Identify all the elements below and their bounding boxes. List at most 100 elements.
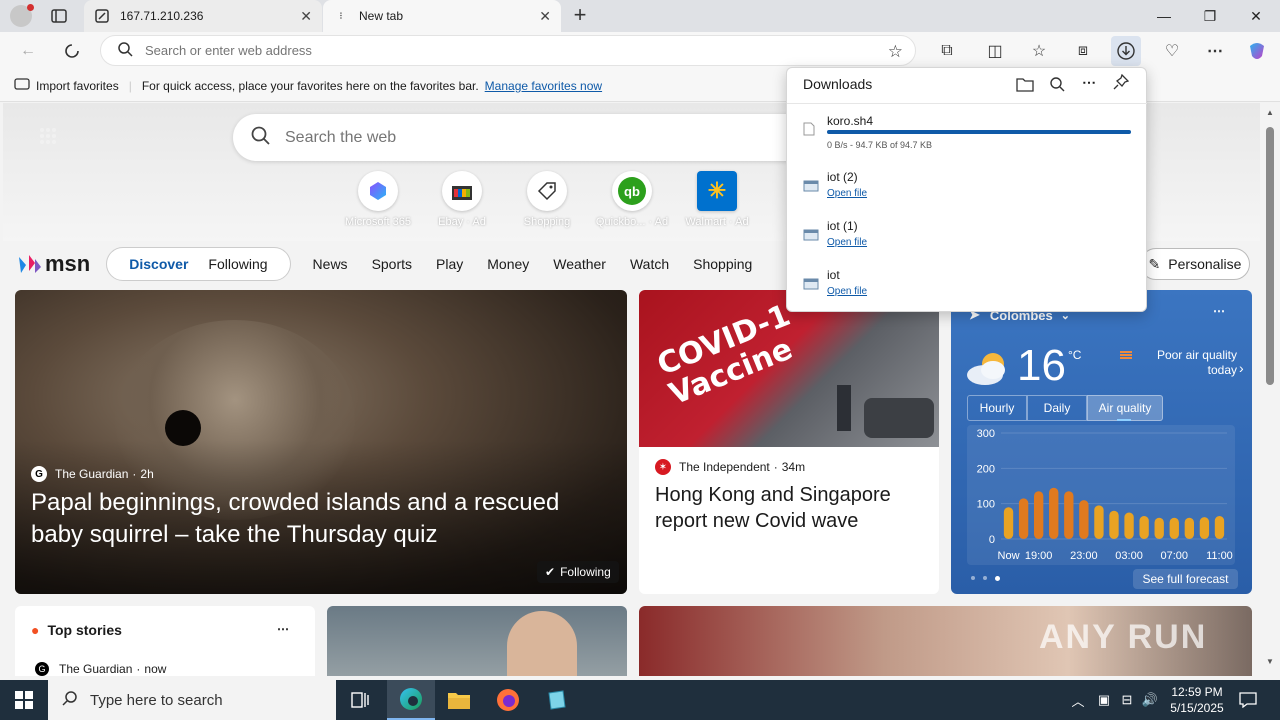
more-options-icon[interactable]: ⋯ bbox=[1213, 304, 1225, 318]
extensions-icon[interactable]: ⧉ bbox=[932, 36, 962, 66]
open-file-link[interactable]: Open file bbox=[827, 188, 867, 199]
profile-avatar-icon[interactable] bbox=[10, 4, 34, 27]
see-full-forecast-button[interactable]: See full forecast bbox=[1133, 569, 1238, 589]
show-hidden-icons[interactable]: ︿ bbox=[1068, 680, 1088, 720]
discover-tab[interactable]: Discover bbox=[129, 256, 188, 272]
msn-butterfly-icon bbox=[19, 255, 41, 273]
more-options-icon[interactable]: ⋯ bbox=[277, 622, 289, 636]
address-bar[interactable]: ☆ bbox=[100, 35, 916, 66]
quick-link-ebay[interactable]: Ebay · Ad bbox=[419, 171, 505, 228]
minimize-button[interactable]: — bbox=[1141, 0, 1187, 32]
collections-icon[interactable]: ⧈ bbox=[1068, 36, 1098, 66]
loading-icon[interactable] bbox=[57, 36, 87, 66]
restore-button[interactable]: ❐ bbox=[1187, 0, 1233, 32]
open-file-link[interactable]: Open file bbox=[827, 286, 867, 297]
quick-link-microsoft365[interactable]: Microsoft 365 bbox=[335, 171, 421, 228]
manage-favorites-link[interactable]: Manage favorites now bbox=[485, 79, 602, 93]
story-card-man[interactable] bbox=[327, 606, 627, 676]
back-icon[interactable]: ← bbox=[13, 36, 43, 66]
dot-icon[interactable] bbox=[971, 576, 975, 580]
download-item[interactable]: iot (1) Open file bbox=[787, 215, 1147, 261]
dot-icon[interactable] bbox=[995, 576, 1000, 581]
open-folder-icon[interactable] bbox=[1016, 76, 1034, 94]
nav-weather[interactable]: Weather bbox=[553, 256, 606, 272]
address-input[interactable] bbox=[145, 43, 845, 58]
taskbar-search[interactable]: Type here to search bbox=[48, 680, 336, 720]
ebay-icon bbox=[442, 171, 482, 211]
close-window-button[interactable]: ✕ bbox=[1233, 0, 1279, 32]
file-explorer-icon[interactable] bbox=[435, 680, 483, 720]
quick-link-shopping[interactable]: Shopping bbox=[504, 171, 590, 228]
y-tick-label: 100 bbox=[977, 499, 995, 511]
nav-news[interactable]: News bbox=[313, 256, 348, 272]
following-badge[interactable]: ✔ Following bbox=[537, 561, 619, 583]
more-options-icon[interactable]: ⋯ bbox=[1082, 74, 1096, 91]
download-item[interactable]: koro.sh4 0 B/s - 94.7 KB of 94.7 KB bbox=[787, 110, 1147, 156]
scroll-thumb[interactable] bbox=[1266, 127, 1274, 385]
following-tab[interactable]: Following bbox=[208, 256, 267, 272]
tab-1[interactable]: 167.71.210.236 ✕ bbox=[84, 0, 322, 32]
tab-hourly[interactable]: Hourly bbox=[967, 395, 1027, 421]
notepad-icon[interactable] bbox=[532, 680, 580, 720]
microsoft365-icon bbox=[358, 171, 398, 211]
quick-link-quickbooks[interactable]: qb Quickbo... · Ad bbox=[589, 171, 675, 228]
carousel-dots[interactable] bbox=[971, 576, 1000, 581]
search-downloads-icon[interactable] bbox=[1049, 76, 1067, 94]
volume-icon[interactable]: 🔊 bbox=[1140, 680, 1160, 720]
active-tab-indicator bbox=[1117, 419, 1131, 421]
tab-actions-icon[interactable] bbox=[50, 7, 68, 25]
msn-logo[interactable]: msn bbox=[17, 251, 90, 277]
tab-air-quality[interactable]: Air quality bbox=[1087, 395, 1163, 421]
tab-2[interactable]: ⁝ New tab ✕ bbox=[323, 0, 561, 32]
open-file-link[interactable]: Open file bbox=[827, 237, 867, 248]
clock-date: 5/15/2025 bbox=[1170, 701, 1224, 715]
browser-essentials-icon[interactable]: ♡ bbox=[1157, 36, 1187, 66]
start-button[interactable] bbox=[0, 680, 48, 720]
personalise-button[interactable]: ✎ Personalise bbox=[1140, 248, 1250, 280]
close-tab-icon[interactable]: ✕ bbox=[300, 8, 312, 25]
story-card-face[interactable]: ANY RUN bbox=[639, 606, 1252, 676]
new-tab-button[interactable]: + bbox=[568, 4, 592, 28]
weather-card[interactable]: ➤ Colombes ⌄ ⋯ 16 °C Poor air quality to… bbox=[951, 290, 1252, 594]
downloads-icon[interactable] bbox=[1111, 36, 1141, 66]
fire-icon: ● bbox=[31, 622, 40, 638]
scroll-up-icon[interactable]: ▲ bbox=[1266, 108, 1274, 117]
favorites-icon[interactable]: ☆ bbox=[1024, 36, 1054, 66]
import-favorites-button[interactable]: Import favorites bbox=[36, 79, 119, 93]
clock[interactable]: 12:59 PM 5/15/2025 bbox=[1162, 680, 1232, 720]
close-tab-icon[interactable]: ✕ bbox=[539, 8, 551, 25]
task-view-icon[interactable] bbox=[336, 680, 384, 720]
tab-daily[interactable]: Daily bbox=[1027, 395, 1087, 421]
air-quality-text[interactable]: Poor air quality today bbox=[1137, 348, 1237, 378]
pin-icon[interactable] bbox=[1113, 73, 1131, 92]
nav-watch[interactable]: Watch bbox=[630, 256, 669, 272]
network-icon[interactable]: ⊟ bbox=[1117, 680, 1137, 720]
quick-link-walmart[interactable]: ✳ Walmart · Ad bbox=[674, 171, 760, 228]
top-stories-card[interactable]: ● Top stories ⋯ G The Guardian · now bbox=[15, 606, 315, 676]
notifications-icon[interactable] bbox=[1236, 680, 1260, 720]
covid-story-card[interactable]: COVID-1 Vaccine ✶ The Independent · 34m … bbox=[639, 290, 939, 594]
tab-strip: 167.71.210.236 ✕ ⁝ New tab ✕ + — ❐ ✕ bbox=[0, 0, 1280, 32]
page-scrollbar[interactable]: ▲ ▼ bbox=[1262, 103, 1280, 676]
device-icon[interactable]: ▣ bbox=[1094, 680, 1114, 720]
nav-play[interactable]: Play bbox=[436, 256, 463, 272]
story-headline[interactable]: Hong Kong and Singapore report new Covid… bbox=[655, 482, 925, 534]
scroll-down-icon[interactable]: ▼ bbox=[1266, 657, 1274, 666]
nav-shopping[interactable]: Shopping bbox=[693, 256, 752, 272]
split-screen-icon[interactable]: ◫ bbox=[980, 36, 1010, 66]
nav-money[interactable]: Money bbox=[487, 256, 529, 272]
dot-icon[interactable] bbox=[983, 576, 987, 580]
story-headline[interactable]: Papal beginnings, crowded islands and a … bbox=[31, 487, 591, 551]
favorite-star-icon[interactable]: ☆ bbox=[888, 42, 903, 62]
main-story-card[interactable]: G The Guardian · 2h Papal beginnings, cr… bbox=[15, 290, 627, 594]
download-item[interactable]: iot (2) Open file bbox=[787, 166, 1147, 212]
edge-taskbar-icon[interactable] bbox=[387, 680, 435, 720]
firefox-icon[interactable] bbox=[484, 680, 532, 720]
nav-sports[interactable]: Sports bbox=[372, 256, 412, 272]
chevron-right-icon[interactable]: › bbox=[1239, 360, 1244, 376]
more-menu-icon[interactable]: ⋯ bbox=[1200, 36, 1230, 66]
download-item[interactable]: iot Open file bbox=[787, 264, 1147, 310]
x-tick-label: 23:00 bbox=[1070, 550, 1098, 562]
copilot-icon[interactable] bbox=[1242, 36, 1272, 66]
apps-grid-icon[interactable] bbox=[39, 127, 57, 145]
